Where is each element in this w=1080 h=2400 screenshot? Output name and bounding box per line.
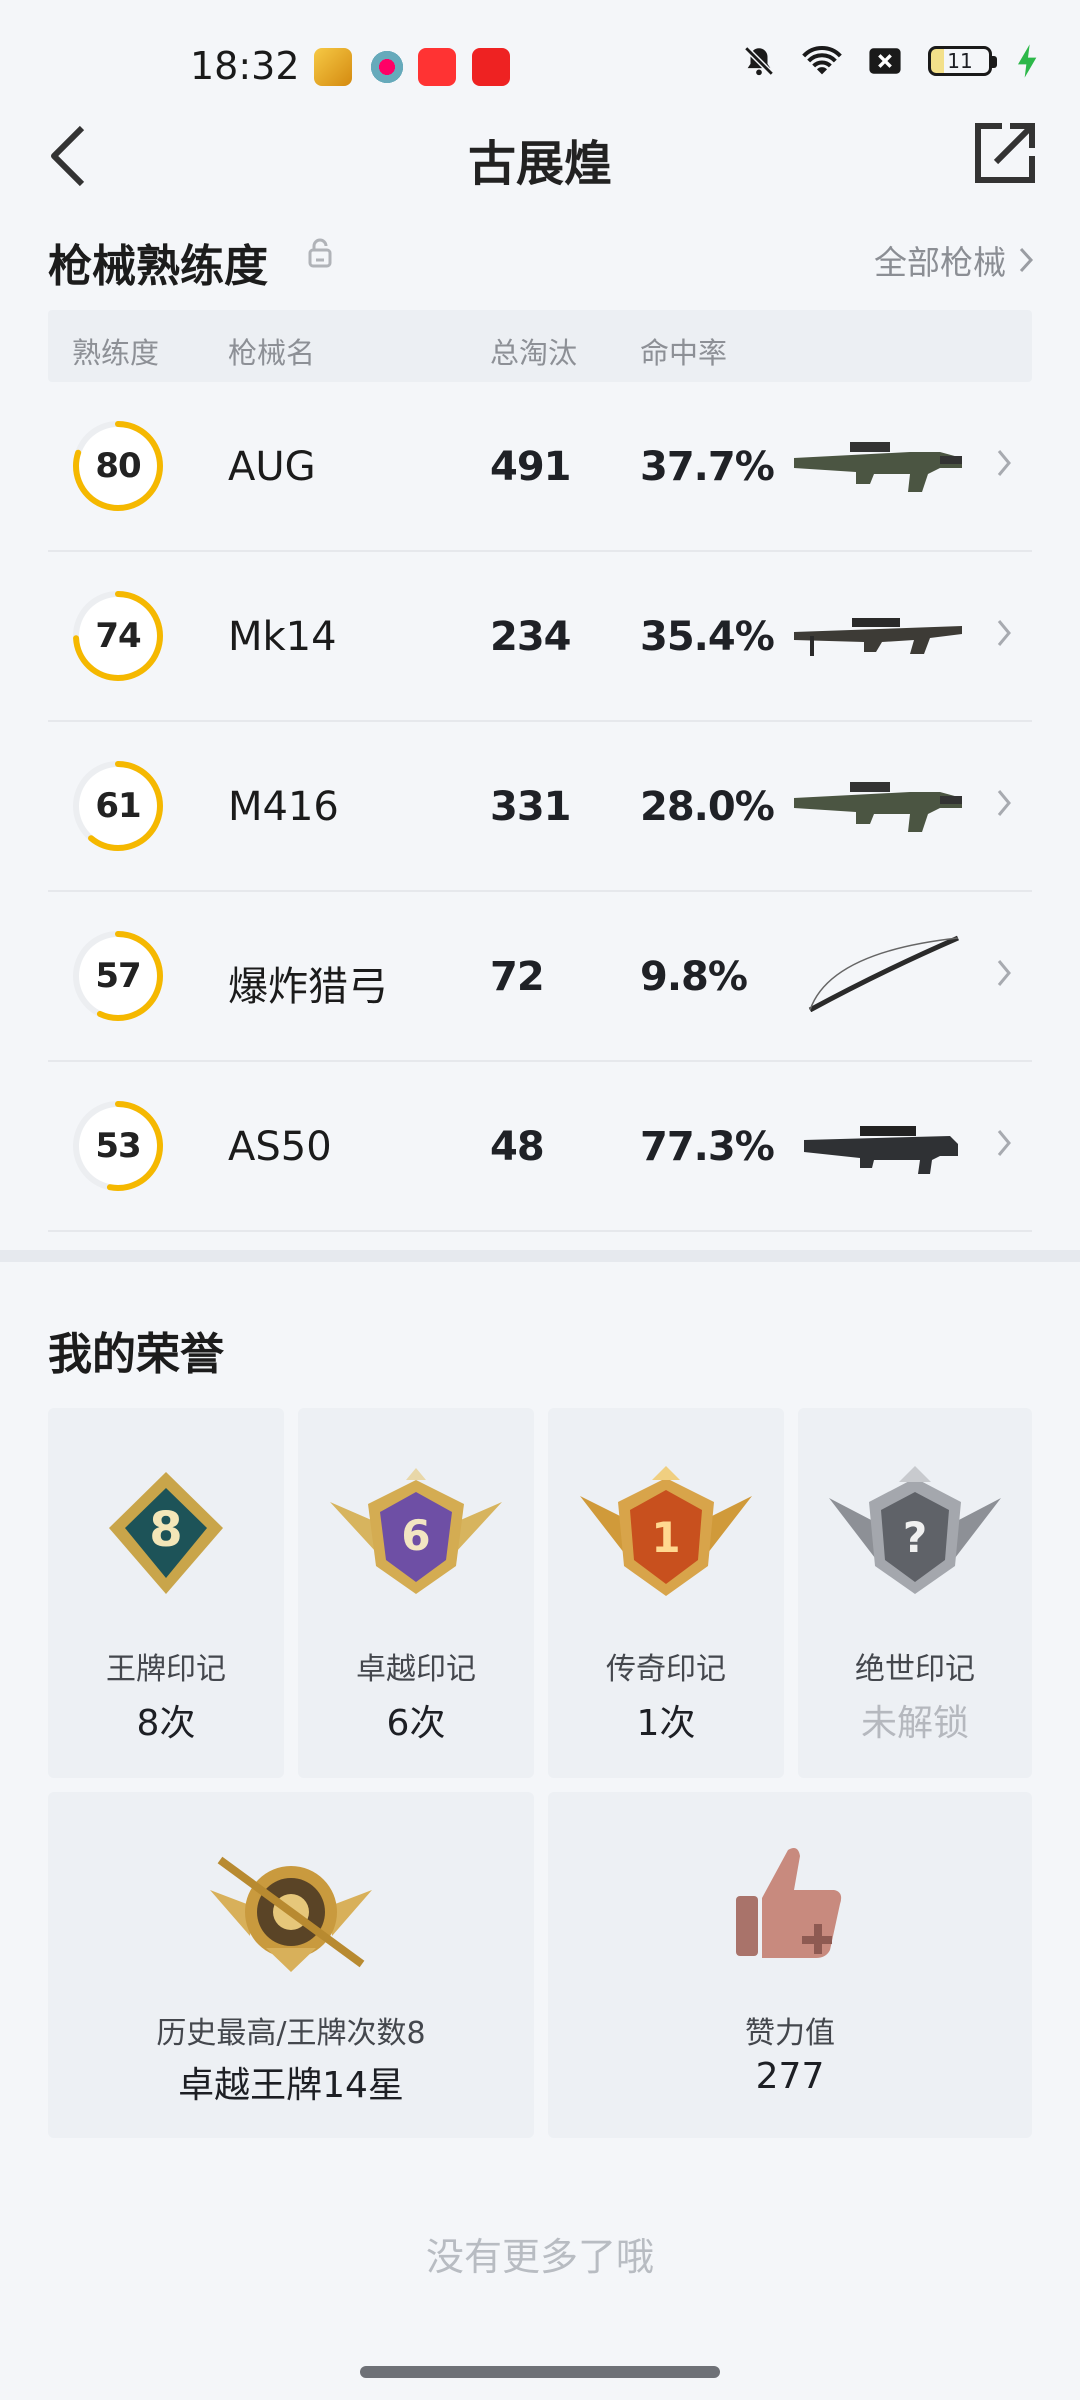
thumbs-up-icon — [736, 1848, 842, 1958]
total-kills: 72 — [490, 954, 545, 1000]
badge-number: 6 — [401, 1511, 430, 1560]
proficiency-value: 57 — [95, 956, 141, 996]
hit-rate: 28.0% — [640, 784, 775, 830]
weapon-table-header: 熟练度 枪械名 总淘汰 命中率 — [48, 310, 1032, 382]
weapon-name: 爆炸猎弓 — [228, 964, 388, 1010]
wifi-icon — [802, 46, 842, 75]
lock-icon[interactable] — [308, 238, 332, 268]
sniper-rifle-icon — [804, 1126, 958, 1174]
honor-card-highest-tier[interactable]: 历史最高/王牌次数8 卓越王牌14星 — [48, 1792, 534, 2138]
legend-mark-badge-icon: 1 — [580, 1466, 752, 1596]
proficiency-value: 80 — [95, 446, 141, 486]
highest-tier-label: 历史最高/王牌次数8 — [156, 2016, 426, 2051]
column-header: 命中率 — [640, 336, 728, 370]
status-icons: 11 — [742, 44, 1038, 78]
app-notification-icon — [472, 48, 510, 86]
hit-rate: 9.8% — [640, 954, 748, 1000]
highest-tier-value: 卓越王牌14星 — [178, 2065, 404, 2106]
mark-value: 未解锁 — [860, 1703, 969, 1744]
honor-card-likes[interactable]: 赞力值 277 — [548, 1792, 1032, 2138]
honor-card-excellent[interactable]: 6 卓越印记 6次 — [298, 1408, 534, 1778]
row-separator — [48, 1230, 1032, 1232]
proficiency-value: 74 — [95, 616, 141, 656]
app-notification-icon — [368, 48, 406, 86]
end-of-list-text: 没有更多了哦 — [425, 2235, 654, 2279]
badge-number: ? — [903, 1513, 927, 1562]
honor-section-title: 我的荣誉 — [48, 1329, 224, 1380]
app-notification-icon — [314, 48, 352, 86]
honor-card-ace[interactable]: 8 王牌印记 8次 — [48, 1408, 284, 1778]
total-kills: 491 — [490, 444, 571, 490]
marksman-rifle-icon — [794, 618, 962, 656]
weapon-row[interactable]: 57 爆炸猎弓 72 9.8% — [48, 892, 1032, 1062]
mute-bell-icon — [744, 46, 774, 76]
section-divider — [0, 1250, 1080, 1262]
mark-label: 卓越印记 — [356, 1652, 476, 1687]
total-kills: 331 — [490, 784, 571, 830]
mark-label: 传奇印记 — [606, 1652, 726, 1687]
no-sim-icon — [869, 48, 901, 74]
weapon-name: AS50 — [228, 1124, 332, 1170]
mark-value: 6次 — [386, 1703, 446, 1744]
chevron-right-icon — [997, 450, 1011, 476]
battery-icon: 11 — [928, 46, 997, 76]
total-kills: 48 — [490, 1124, 545, 1170]
weapon-row[interactable]: 74 Mk14 234 35.4% — [48, 552, 1032, 722]
hit-rate: 37.7% — [640, 444, 775, 490]
weapon-name: Mk14 — [228, 614, 337, 660]
mark-label: 王牌印记 — [106, 1652, 226, 1687]
honor-card-legend[interactable]: 1 传奇印记 1次 — [548, 1408, 784, 1778]
weapon-section-title: 枪械熟练度 — [48, 241, 268, 292]
hit-rate: 35.4% — [640, 614, 775, 660]
assault-rifle-icon — [794, 782, 962, 832]
chevron-right-icon — [997, 790, 1011, 816]
status-time: 18:32 — [190, 44, 300, 88]
charging-icon — [1018, 44, 1037, 78]
mark-value: 1次 — [636, 1703, 696, 1744]
column-header: 熟练度 — [72, 336, 160, 370]
chevron-right-icon — [997, 1130, 1011, 1156]
mark-label: 绝世印记 — [855, 1652, 975, 1687]
music-app-icon — [418, 48, 456, 86]
badge-number: 1 — [651, 1513, 680, 1562]
weapon-row[interactable]: 53 AS50 48 77.3% — [48, 1062, 1032, 1232]
weapon-name: M416 — [228, 784, 339, 830]
honor-card-peerless[interactable]: ? 绝世印记 未解锁 — [798, 1408, 1032, 1778]
bow-icon — [808, 935, 959, 1012]
proficiency-value: 61 — [95, 786, 141, 826]
share-icon[interactable] — [972, 120, 1038, 186]
badge-number: 8 — [149, 1502, 182, 1558]
mark-value: 8次 — [136, 1703, 196, 1744]
home-indicator[interactable] — [360, 2366, 720, 2378]
weapon-row[interactable]: 80 AUG 491 37.7% — [48, 382, 1032, 552]
likes-label: 赞力值 — [745, 2016, 835, 2051]
chevron-right-icon — [997, 620, 1011, 646]
page-title: 古展煌 — [467, 136, 612, 192]
sniper-crest-badge-icon — [210, 1856, 372, 1972]
all-weapons-link[interactable]: 全部枪械 — [874, 236, 1034, 284]
assault-rifle-icon — [794, 442, 962, 492]
weapon-name: AUG — [228, 444, 316, 490]
excellent-mark-badge-icon: 6 — [330, 1468, 502, 1594]
column-header: 枪械名 — [228, 336, 316, 370]
column-header: 总淘汰 — [490, 336, 578, 370]
all-weapons-label: 全部枪械 — [874, 243, 1006, 282]
peerless-mark-badge-icon: ? — [829, 1466, 1001, 1594]
proficiency-value: 53 — [95, 1126, 141, 1166]
total-kills: 234 — [490, 614, 571, 660]
hit-rate: 77.3% — [640, 1124, 775, 1170]
chevron-right-icon — [997, 960, 1011, 986]
likes-value: 277 — [755, 2056, 825, 2097]
chevron-right-icon — [1019, 247, 1034, 273]
weapon-row[interactable]: 61 M416 331 28.0% — [48, 722, 1032, 892]
ace-mark-badge-icon: 8 — [109, 1472, 223, 1594]
